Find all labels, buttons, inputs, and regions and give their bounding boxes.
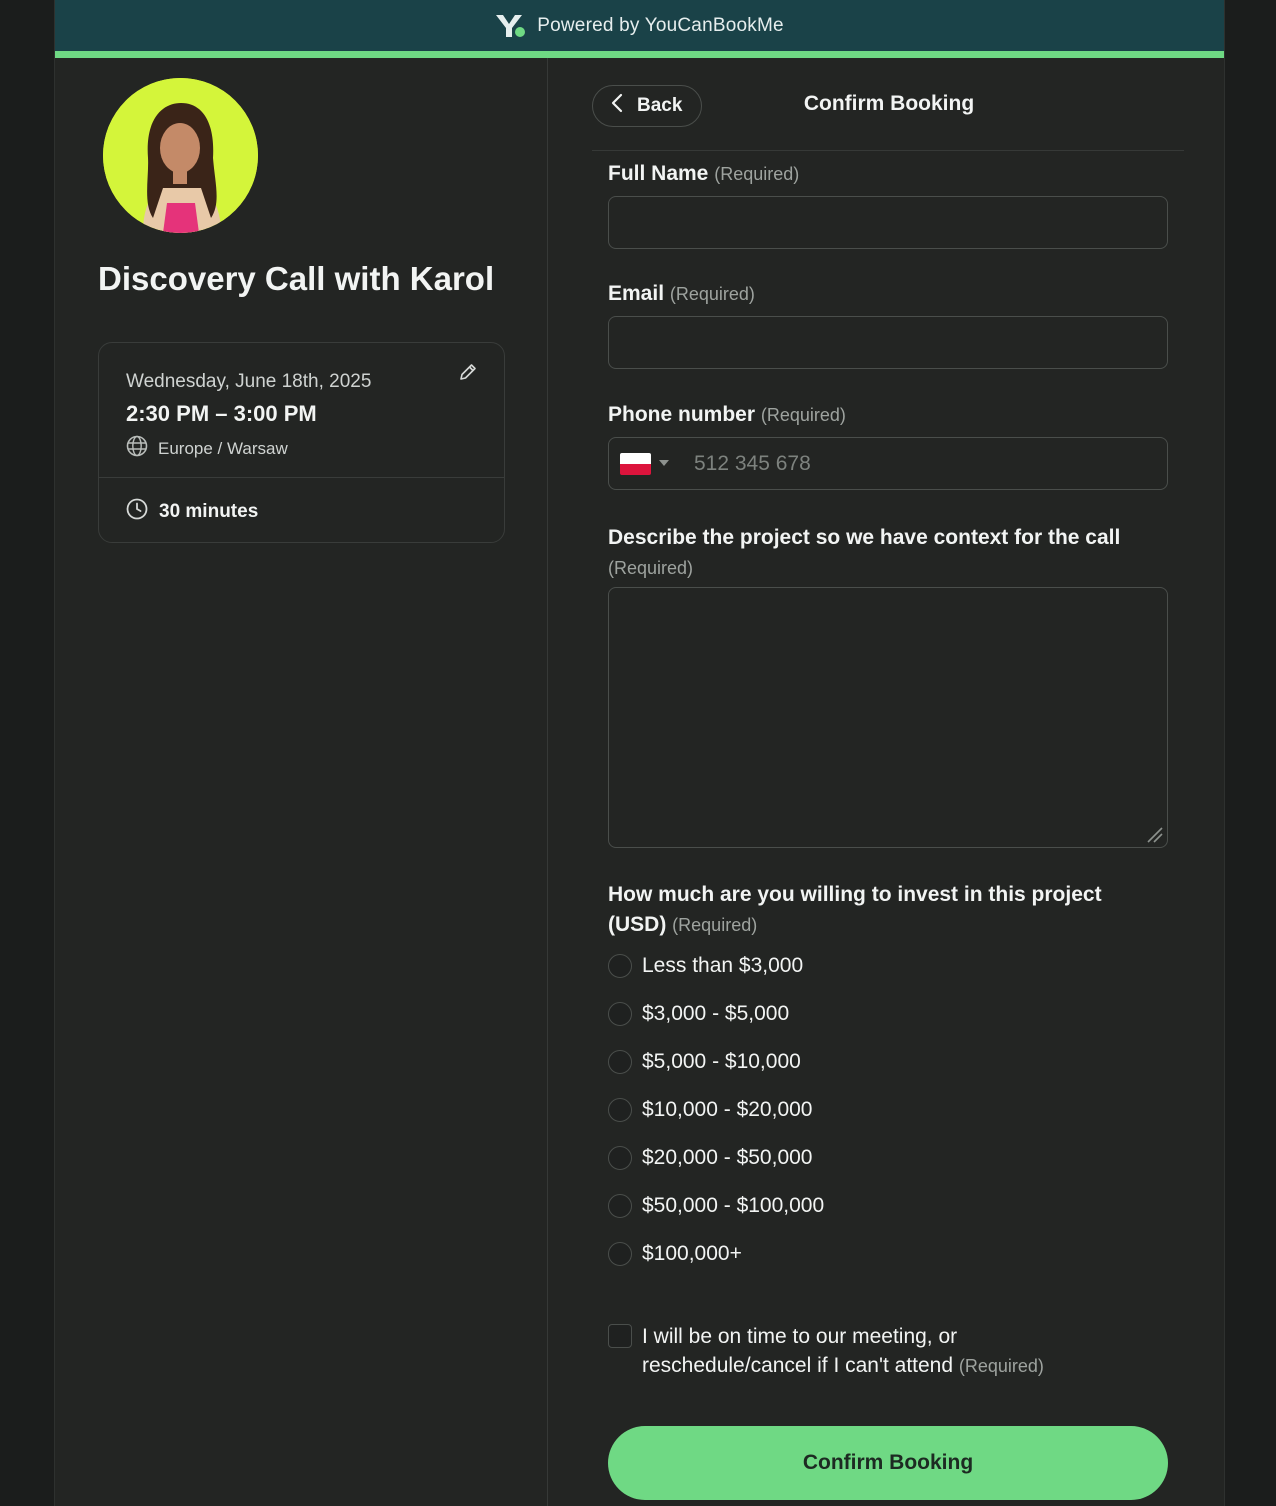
project-label-text: Describe the project so we have context …	[608, 526, 1121, 549]
full-name-label: Full Name (Required)	[608, 162, 799, 186]
attendance-label: I will be on time to our meeting, or res…	[642, 1322, 1122, 1381]
full-name-input[interactable]	[608, 196, 1168, 249]
event-summary-panel: Discovery Call with Karol Wednesday, Jun…	[55, 58, 548, 1506]
email-label: Email (Required)	[608, 282, 755, 306]
radio-button[interactable]	[608, 1050, 632, 1074]
phone-label: Phone number (Required)	[608, 403, 846, 427]
budget-option[interactable]: $5,000 - $10,000	[608, 1050, 801, 1074]
accent-strip	[55, 51, 1224, 58]
event-time: 2:30 PM – 3:00 PM	[126, 401, 317, 426]
attendance-checkbox[interactable]	[608, 1324, 632, 1348]
budget-option-label: $50,000 - $100,000	[642, 1194, 825, 1217]
event-date: Wednesday, June 18th, 2025	[126, 371, 372, 392]
duration-label: 30 minutes	[159, 501, 259, 522]
budget-label: How much are you willing to invest in th…	[608, 880, 1148, 940]
required-hint: (Required)	[760, 405, 846, 425]
globe-icon	[126, 435, 148, 462]
event-details-card: Wednesday, June 18th, 2025 2:30 PM – 3:0…	[98, 342, 505, 543]
budget-option-label: $10,000 - $20,000	[642, 1098, 813, 1121]
radio-button[interactable]	[608, 1146, 632, 1170]
event-timezone: Europe / Warsaw	[126, 435, 288, 462]
card-divider	[99, 477, 504, 478]
budget-option[interactable]: $100,000+	[608, 1242, 742, 1266]
budget-option[interactable]: $3,000 - $5,000	[608, 1002, 789, 1026]
poland-flag-icon[interactable]	[620, 453, 651, 475]
phone-field	[608, 437, 1168, 490]
full-name-label-text: Full Name	[608, 162, 709, 185]
radio-button[interactable]	[608, 1098, 632, 1122]
youcanbookme-logo-icon	[495, 13, 527, 39]
back-button[interactable]: Back	[592, 85, 702, 127]
radio-button[interactable]	[608, 1242, 632, 1266]
resize-handle-icon[interactable]	[1144, 824, 1164, 844]
chevron-left-icon	[611, 93, 623, 119]
budget-option-label: $5,000 - $10,000	[642, 1050, 801, 1073]
required-hint: (Required)	[672, 915, 758, 935]
budget-option-label: $3,000 - $5,000	[642, 1002, 790, 1025]
project-textarea[interactable]	[608, 587, 1168, 848]
back-label: Back	[637, 95, 683, 116]
caret-down-icon[interactable]	[659, 460, 669, 466]
budget-option[interactable]: $20,000 - $50,000	[608, 1146, 812, 1170]
budget-option-label: Less than $3,000	[642, 954, 804, 977]
phone-label-text: Phone number	[608, 403, 756, 426]
phone-input[interactable]	[679, 439, 1159, 488]
confirm-booking-button[interactable]: Confirm Booking	[608, 1426, 1168, 1500]
booking-frame: Powered by YouCanBookMe Discovery Call w…	[54, 0, 1225, 1506]
booking-form-panel: Back Confirm Booking Full Name (Required…	[549, 58, 1226, 1506]
budget-option-label: $100,000+	[642, 1242, 742, 1265]
radio-button[interactable]	[608, 954, 632, 978]
host-avatar	[103, 78, 258, 233]
budget-option-label: $20,000 - $50,000	[642, 1146, 813, 1169]
budget-option[interactable]: $50,000 - $100,000	[608, 1194, 824, 1218]
timezone-label: Europe / Warsaw	[158, 438, 288, 458]
budget-option[interactable]: Less than $3,000	[608, 954, 803, 978]
attendance-label-text: I will be on time to our meeting, or res…	[642, 1325, 958, 1377]
pencil-icon[interactable]	[458, 362, 478, 382]
required-hint: (Required)	[958, 1356, 1044, 1376]
header-divider	[592, 150, 1184, 151]
event-duration: 30 minutes	[126, 498, 258, 526]
event-title: Discovery Call with Karol	[98, 260, 495, 297]
powered-by-bar[interactable]: Powered by YouCanBookMe	[55, 0, 1224, 51]
page-title: Confirm Booking	[803, 92, 975, 115]
project-label: Describe the project so we have context …	[608, 523, 1168, 583]
radio-button[interactable]	[608, 1194, 632, 1218]
budget-option[interactable]: $10,000 - $20,000	[608, 1098, 812, 1122]
email-input[interactable]	[608, 316, 1168, 369]
clock-icon	[126, 498, 148, 526]
required-hint: (Required)	[669, 284, 755, 304]
required-hint: (Required)	[608, 558, 694, 578]
required-hint: (Required)	[714, 164, 800, 184]
powered-by-text: Powered by YouCanBookMe	[537, 14, 784, 36]
radio-button[interactable]	[608, 1002, 632, 1026]
email-label-text: Email	[608, 282, 665, 305]
